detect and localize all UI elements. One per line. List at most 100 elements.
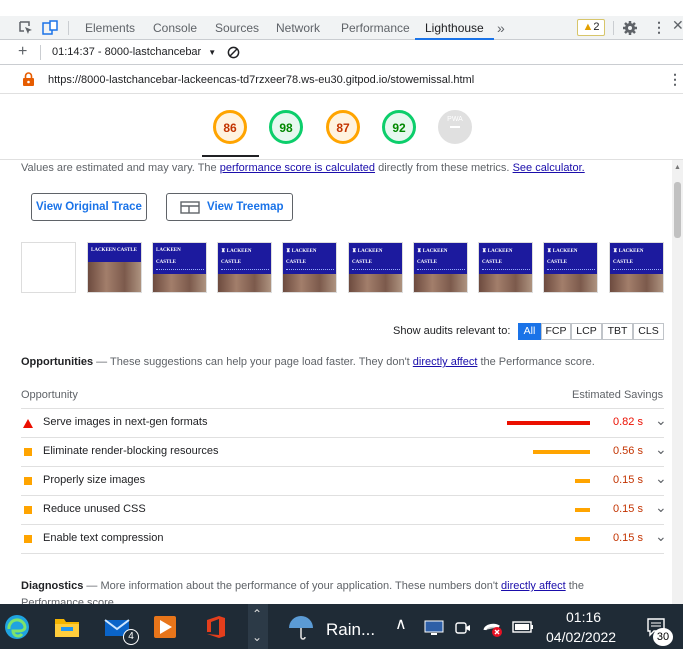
opportunities-desc: — These suggestions can help your page l…: [93, 356, 413, 368]
filter-fcp[interactable]: FCP: [541, 323, 571, 340]
report-select[interactable]: 01:14:37 - 8000-lastchancebar ▼: [52, 46, 216, 58]
expand-chevron-icon[interactable]: ⌄: [655, 412, 667, 429]
average-square-icon: [24, 448, 32, 456]
warning-badge[interactable]: ▲2: [577, 19, 605, 36]
expand-chevron-icon[interactable]: ⌄: [655, 441, 667, 458]
frame-subtitle: CASTLE: [547, 260, 568, 265]
report-select-label: 01:14:37 - 8000-lastchancebar: [52, 46, 202, 58]
file-explorer-icon[interactable]: [54, 614, 80, 640]
scrollbar-thumb[interactable]: [674, 182, 681, 238]
opportunity-row[interactable]: Enable text compression 0.15 s ⌄: [21, 524, 667, 553]
device-toolbar-icon[interactable]: [42, 20, 58, 36]
opportunity-row[interactable]: Reduce unused CSS 0.15 s ⌄: [21, 495, 667, 524]
inspect-element-icon[interactable]: [18, 20, 34, 36]
filter-tbt[interactable]: TBT: [602, 323, 633, 340]
divider: [40, 45, 41, 60]
tab-performance[interactable]: Performance: [341, 16, 410, 40]
gauge-score[interactable]: 92: [382, 110, 416, 144]
opportunity-row[interactable]: Serve images in next-gen formats 0.82 s ⌄: [21, 408, 667, 437]
treemap-icon: [180, 201, 200, 214]
display-icon[interactable]: [424, 620, 444, 636]
savings-value: 0.15 s: [613, 503, 643, 515]
report-url-bar: https://8000-lastchancebar-lackeencas-td…: [0, 66, 683, 94]
savings-bar: [507, 421, 590, 425]
filmstrip-frame: ♜ LACKEEN CASTLE: [348, 242, 403, 293]
view-treemap-button[interactable]: View Treemap: [166, 193, 293, 221]
selected-gauge-underline: [202, 155, 259, 157]
report-url[interactable]: https://8000-lastchancebar-lackeencas-td…: [48, 74, 474, 86]
meet-camera-icon[interactable]: [455, 620, 471, 636]
savings-value: 0.15 s: [613, 532, 643, 544]
view-original-trace-button[interactable]: View Original Trace: [31, 193, 147, 221]
expand-chevron-icon[interactable]: ⌄: [655, 528, 667, 545]
frame-title: ♜ LACKEEN: [286, 249, 317, 254]
frame-subtitle: CASTLE: [221, 260, 242, 265]
filter-lcp[interactable]: LCP: [571, 323, 602, 340]
diagnostics-directly-affect-link[interactable]: directly affect: [501, 580, 566, 592]
tab-network[interactable]: Network: [276, 16, 320, 40]
new-report-plus-icon[interactable]: +: [18, 43, 27, 61]
expand-chevron-icon[interactable]: ⌄: [655, 470, 667, 487]
savings-bar: [575, 537, 590, 541]
frame-nav: [286, 269, 334, 271]
score-gauges: 86 98 87 92 PWA: [0, 96, 683, 160]
average-square-icon: [24, 535, 32, 543]
frame-title: LACKEEN CASTLE: [91, 248, 137, 253]
score-calculated-link[interactable]: performance score is calculated: [220, 162, 375, 174]
scroll-up-arrow-icon[interactable]: ▲: [674, 164, 681, 171]
frame-photo: [88, 262, 141, 292]
clock-time[interactable]: 01:16: [566, 609, 601, 625]
frame-nav: [547, 269, 595, 271]
taskbar-overflow[interactable]: ⌃ ⌄: [248, 604, 268, 649]
close-devtools-icon[interactable]: ✕: [672, 17, 683, 34]
filmstrip-frame: [21, 242, 76, 293]
clock-date[interactable]: 04/02/2022: [546, 629, 616, 645]
warning-count: 2: [593, 21, 600, 33]
directly-affect-link[interactable]: directly affect: [413, 356, 478, 368]
filmstrip-frame: ♜ LACKEEN CASTLE: [609, 242, 664, 293]
media-player-icon[interactable]: [152, 614, 178, 640]
kebab-menu-icon[interactable]: ⋮: [652, 19, 666, 36]
filmstrip-frame: LACKEEN CASTLE: [152, 242, 207, 293]
filter-cls[interactable]: CLS: [633, 323, 664, 340]
gauge-score[interactable]: 86: [213, 110, 247, 144]
tab-elements[interactable]: Elements: [85, 16, 135, 40]
show-hidden-icons-chevron-icon[interactable]: ∧: [395, 614, 407, 634]
weather-text[interactable]: Rain...: [326, 620, 375, 640]
divider: [613, 21, 614, 35]
settings-gear-icon[interactable]: [622, 20, 638, 36]
chevron-up-icon: ⌃: [252, 607, 263, 621]
opportunity-row[interactable]: Properly size images 0.15 s ⌄: [21, 466, 667, 495]
frame-subtitle: CASTLE: [156, 260, 177, 265]
office-icon[interactable]: [203, 614, 229, 640]
filter-all[interactable]: All: [518, 323, 541, 340]
frame-nav: [156, 269, 204, 271]
more-tabs-button[interactable]: »: [497, 16, 505, 40]
chevron-down-icon: ⌄: [252, 630, 263, 644]
mail-unread-badge: 4: [123, 629, 139, 645]
report-menu-icon[interactable]: ⋮: [668, 71, 682, 88]
gauge-score[interactable]: 98: [269, 110, 303, 144]
frame-nav: [613, 269, 661, 271]
frame-title: LACKEEN: [156, 248, 181, 253]
frame-nav: [482, 269, 530, 271]
frame-photo: [414, 274, 467, 292]
gauge-score[interactable]: 87: [326, 110, 360, 144]
edge-browser-icon[interactable]: [4, 614, 30, 640]
clear-reports-icon[interactable]: [227, 46, 240, 59]
gauge-pwa[interactable]: PWA: [438, 110, 472, 144]
tab-lighthouse[interactable]: Lighthouse: [415, 16, 494, 40]
opportunity-row[interactable]: Eliminate render-blocking resources 0.56 …: [21, 437, 667, 466]
expand-chevron-icon[interactable]: ⌄: [655, 499, 667, 516]
battery-icon[interactable]: [512, 620, 534, 634]
tab-sources[interactable]: Sources: [215, 16, 259, 40]
opportunities-desc: the Performance score.: [477, 356, 595, 368]
see-calculator-link[interactable]: See calculator.: [513, 162, 585, 174]
frame-subtitle: CASTLE: [613, 260, 634, 265]
vertical-scrollbar[interactable]: ▲: [672, 160, 683, 604]
metrics-note-text: Values are estimated and may vary. The: [21, 162, 220, 174]
tab-console[interactable]: Console: [153, 16, 197, 40]
savings-value: 0.82 s: [613, 416, 643, 428]
network-disconnected-icon[interactable]: [483, 620, 503, 638]
umbrella-weather-icon[interactable]: [287, 614, 315, 642]
